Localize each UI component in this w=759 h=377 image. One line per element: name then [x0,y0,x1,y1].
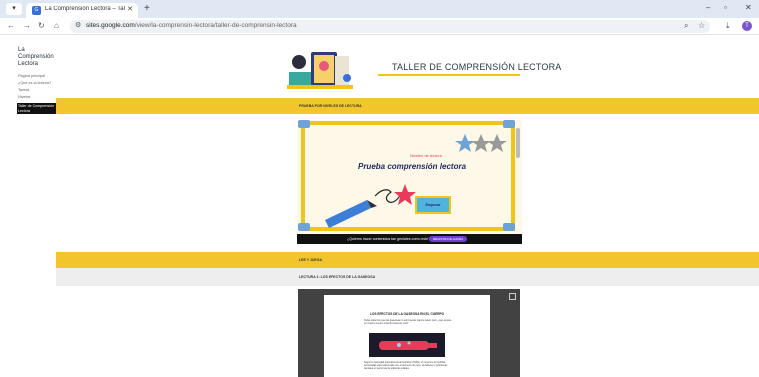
tab-title: La Comprensión Lectora – Taller… [45,6,125,12]
close-icon[interactable]: ✕ [127,5,133,13]
presentation-title: Prueba comprensión lectora [357,162,467,171]
url-text: sites.google.com/view/la-comprensin-lect… [86,22,297,29]
sidebar-item-levels[interactable]: Niveles [18,95,56,100]
sidebar-item-workshop[interactable]: Taller de Comprensión Lectora [17,103,57,114]
zoom-icon[interactable]: ⌕ [684,21,688,31]
document-paragraph: Todos sabemos que las gaseosas no son bu… [364,319,452,325]
sidebar-item-what-is-reading[interactable]: ¿Qué es la lectura? [18,81,56,86]
popout-icon[interactable] [509,293,516,300]
url-input[interactable]: ⚙ sites.google.com/view/la-comprensin-le… [70,20,710,33]
document-viewer[interactable]: LOS EFECTOS DE LA GASEOSA EN EL CUERPO T… [298,289,520,377]
signup-button[interactable]: REGISTRATE AHORA [429,236,468,242]
section-band-read-play: LEE Y JUEGA [56,252,759,268]
document-title: LOS EFECTOS DE LA GASEOSA EN EL CUERPO [369,312,445,316]
section-band-reading-1: LECTURA 1: LOS EFECTOS DE LA GASEOSA [56,268,759,286]
home-icon[interactable]: ⌂ [54,21,59,30]
presentation-embed[interactable]: Niveles de lectura Prueba comprensión le… [297,120,522,244]
section-band-tests: PRUEBA POR NIVELES DE LECTURA [56,98,759,114]
section-label: PRUEBA POR NIVELES DE LECTURA [299,104,362,108]
presentation-frame [298,120,520,231]
reading-illustration [287,52,353,89]
sidebar-item-tasks[interactable]: Tareas [18,88,56,93]
document-paragraph: Según la Sociedad Internacional de Nutri… [364,361,448,370]
favicon-icon: G [32,6,41,15]
new-tab-icon[interactable]: + [144,3,150,14]
maximize-icon[interactable]: ▫ [724,3,727,12]
section-label: LEE Y JUEGA [299,258,323,262]
reload-icon[interactable]: ↻ [38,21,45,30]
site-title[interactable]: La Comprensión Lectora [18,47,58,68]
promo-text: ¿Quieres hacer contenidos tan geniales c… [347,237,431,241]
menu-icon[interactable]: ▾ [6,3,22,15]
browser-tab-bar: ▾ G La Comprensión Lectora – Taller… ✕ +… [0,0,759,18]
bookmark-star-icon[interactable]: ☆ [698,21,705,30]
presentation-subtitle: Niveles de lectura [410,153,442,158]
minimize-icon[interactable]: – [706,3,710,12]
window-close-icon[interactable]: ✕ [745,3,752,12]
address-bar: ← → ↻ ⌂ ⚙ sites.google.com/view/la-compr… [0,18,759,35]
browser-tab[interactable]: G La Comprensión Lectora – Taller… ✕ [26,3,138,18]
document-page: LOS EFECTOS DE LA GASEOSA EN EL CUERPO T… [324,295,490,377]
sidebar-item-home[interactable]: Página principal [18,74,56,79]
forward-icon[interactable]: → [23,21,31,30]
soda-bottle-image [369,333,445,357]
download-icon[interactable]: ⤓ [726,21,730,31]
back-icon[interactable]: ← [7,21,15,30]
site-info-icon[interactable]: ⚙ [75,21,81,29]
avatar[interactable]: T [742,21,752,31]
promo-banner: ¿Quieres hacer contenidos tan geniales c… [297,234,522,244]
page-title: TALLER DE COMPRENSIÓN LECTORA [392,62,562,72]
section-label: LECTURA 1: LOS EFECTOS DE LA GASEOSA [299,275,376,279]
start-button[interactable]: Empezar [419,203,447,207]
title-underline [378,74,520,76]
